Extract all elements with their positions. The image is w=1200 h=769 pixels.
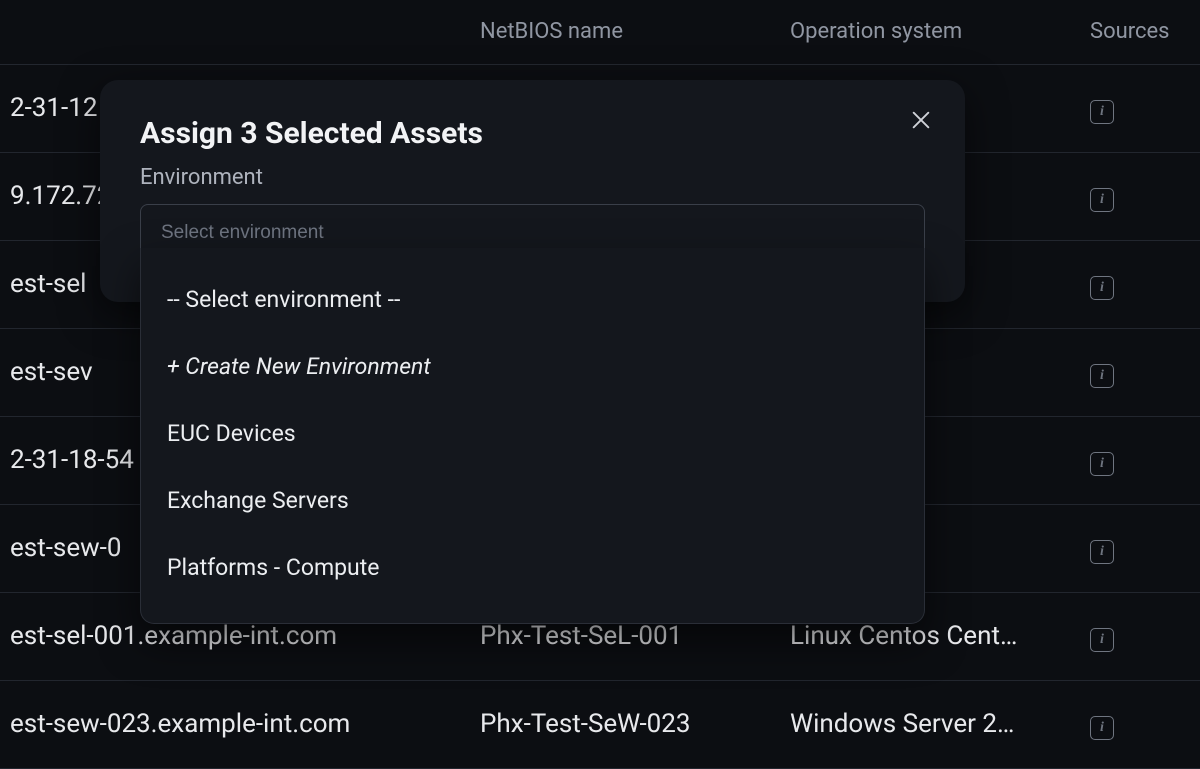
cell-sources: i (1080, 240, 1200, 328)
info-icon[interactable]: i (1090, 452, 1114, 476)
table-header-row: NetBIOS name Operation system Sources (0, 0, 1200, 64)
col-header-netbios[interactable]: NetBIOS name (470, 0, 780, 64)
cell-os: Windows Server 2… (780, 680, 1080, 768)
info-icon[interactable]: i (1090, 100, 1114, 124)
cell-sources: i (1080, 152, 1200, 240)
col-header-os[interactable]: Operation system (780, 0, 1080, 64)
cell-sources: i (1080, 504, 1200, 592)
info-icon[interactable]: i (1090, 364, 1114, 388)
cell-netbios: Phx-Test-SeW-023 (470, 680, 780, 768)
close-icon[interactable] (905, 104, 937, 136)
dropdown-placeholder-option[interactable]: -- Select environment -- (141, 266, 924, 333)
cell-sources: i (1080, 328, 1200, 416)
info-icon[interactable]: i (1090, 628, 1114, 652)
cell-sources: i (1080, 64, 1200, 152)
col-header-hostname[interactable] (0, 0, 470, 64)
modal-title: Assign 3 Selected Assets (140, 116, 925, 151)
info-icon[interactable]: i (1090, 540, 1114, 564)
table-row[interactable]: est-sew-023.example-int.comPhx-Test-SeW-… (0, 680, 1200, 768)
environment-dropdown: -- Select environment -- + Create New En… (140, 248, 925, 624)
info-icon[interactable]: i (1090, 716, 1114, 740)
dropdown-create-new[interactable]: + Create New Environment (141, 333, 924, 400)
dropdown-option[interactable]: EUC Devices (141, 400, 924, 467)
info-icon[interactable]: i (1090, 188, 1114, 212)
info-icon[interactable]: i (1090, 276, 1114, 300)
dropdown-option[interactable]: Exchange Servers (141, 467, 924, 534)
cell-sources: i (1080, 592, 1200, 680)
cell-sources: i (1080, 680, 1200, 768)
dropdown-option[interactable]: Platforms - Compute (141, 534, 924, 601)
col-header-sources[interactable]: Sources (1080, 0, 1200, 64)
cell-sources: i (1080, 416, 1200, 504)
cell-hostname: est-sew-023.example-int.com (0, 680, 470, 768)
environment-label: Environment (140, 165, 925, 190)
